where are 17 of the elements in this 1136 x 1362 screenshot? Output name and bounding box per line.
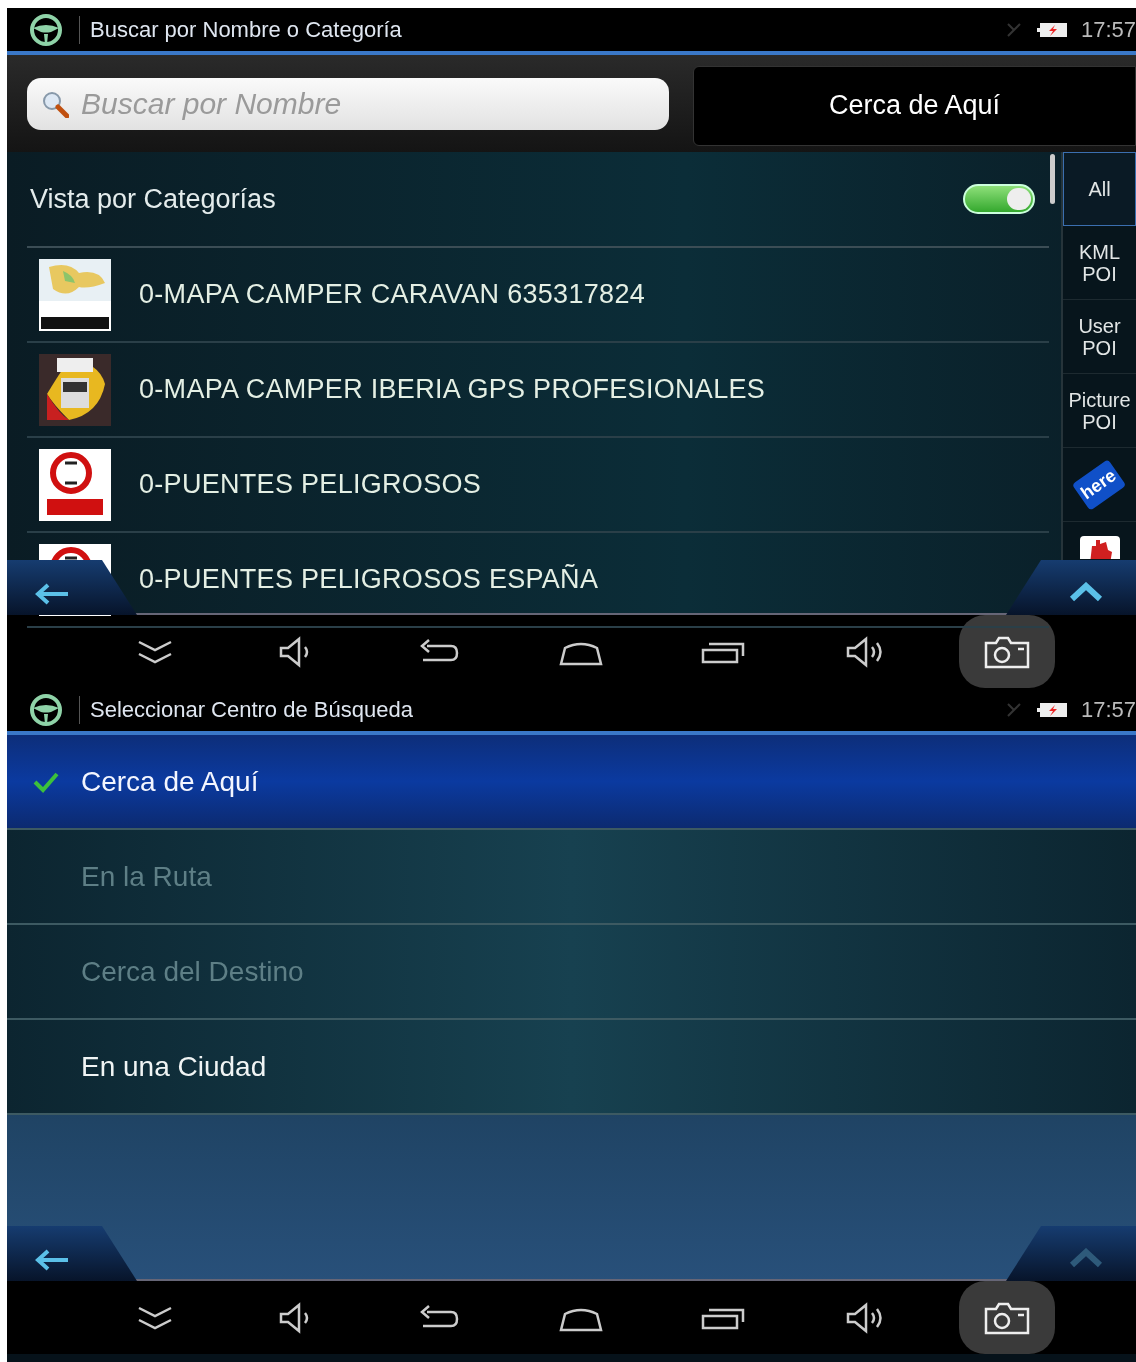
status-bar-time: 17:57 bbox=[1080, 696, 1136, 724]
category-name[interactable]: 0-PUENTES PELIGROSOS bbox=[139, 464, 482, 505]
category-tab[interactable]: User POI bbox=[1063, 300, 1136, 374]
status-bar-title: Buscar por Nombre o Categoría bbox=[90, 16, 402, 44]
search-field[interactable]: Buscar por Nombre bbox=[27, 77, 669, 130]
category-tab[interactable]: KML POI bbox=[1063, 226, 1136, 300]
status-bar-time: 17:57 bbox=[1080, 16, 1136, 44]
category-name[interactable]: 0-PUENTES PELIGROSOS ESPAÑA bbox=[139, 559, 599, 600]
search-center-option[interactable]: En una Ciudad bbox=[7, 1020, 1136, 1115]
category-name[interactable]: 0-MAPA CAMPER IBERIA GPS PROFESIONALES bbox=[139, 369, 766, 410]
category-view-label: Vista por Categorías bbox=[30, 182, 276, 216]
category-tab[interactable]: All bbox=[1063, 152, 1136, 226]
search-center-button[interactable]: Cerca de Aquí bbox=[693, 65, 1136, 146]
category-tab[interactable]: Picture POI bbox=[1063, 374, 1136, 448]
search-center-option[interactable]: Cerca de Aquí bbox=[7, 735, 1136, 830]
category-name[interactable]: 0-MAPA CAMPER CARAVAN 635317824 bbox=[139, 274, 646, 315]
status-bar-title: Seleccionar Centro de Búsqueda bbox=[90, 696, 413, 724]
